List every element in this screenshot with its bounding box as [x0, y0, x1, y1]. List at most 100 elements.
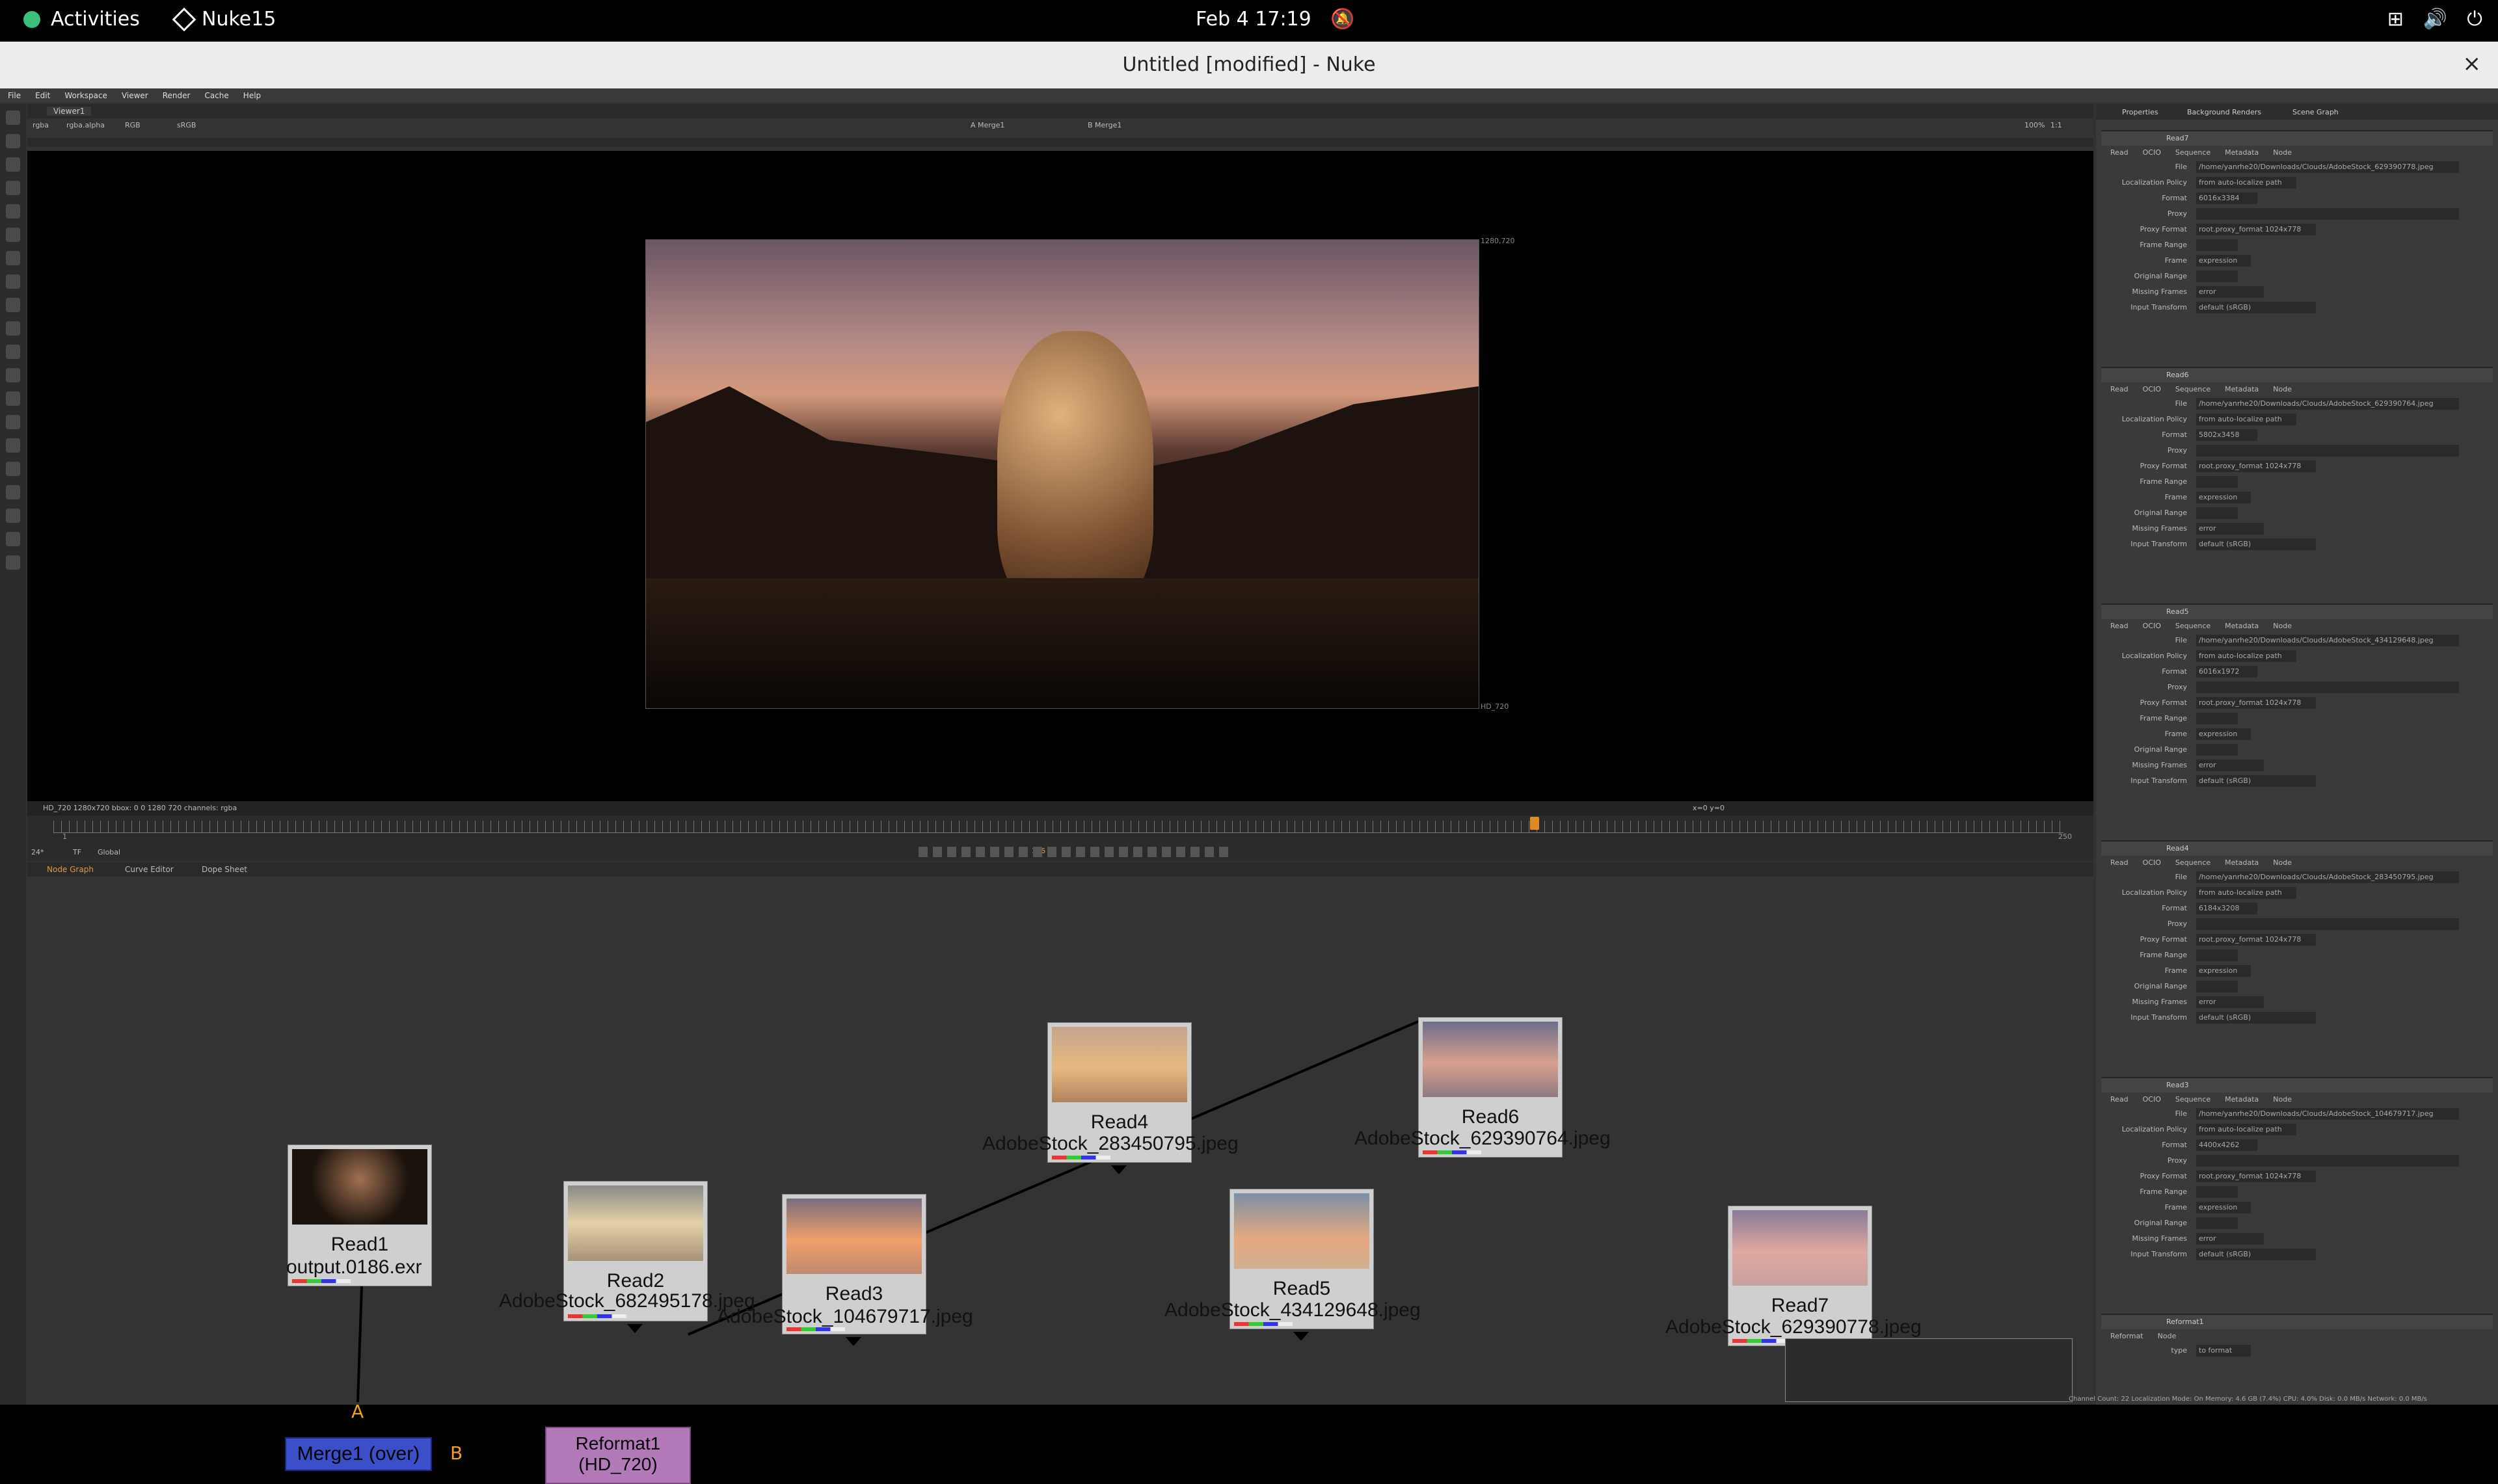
knob-field[interactable]: error — [2196, 760, 2264, 771]
cara-tool-icon[interactable] — [6, 509, 20, 523]
channel-tool-icon[interactable] — [6, 181, 20, 195]
fps-select[interactable]: 24* — [31, 848, 44, 856]
tab-properties[interactable]: Properties — [2122, 108, 2158, 116]
panel-tab-node[interactable]: Node — [2273, 146, 2292, 160]
knob-field[interactable] — [2196, 271, 2238, 282]
color-select[interactable]: RGB — [125, 121, 141, 129]
timeline[interactable]: 1 250 24* TF Global 186 — [27, 815, 2093, 861]
panel-tab-node[interactable]: Node — [2273, 382, 2292, 397]
panel-header[interactable]: Read5 — [2101, 605, 2493, 619]
node-graph[interactable]: Read1 output.0186.exr Read2 AdobeStock_6… — [27, 877, 2093, 1484]
lut-select[interactable]: sRGB — [177, 121, 196, 129]
knob-field[interactable]: from auto-localize path — [2196, 650, 2296, 662]
knob-field[interactable]: from auto-localize path — [2196, 887, 2296, 899]
knob-field[interactable]: default (sRGB) — [2196, 538, 2316, 550]
knob-field[interactable]: from auto-localize path — [2196, 1124, 2296, 1135]
panel-tab-reformat[interactable]: Reformat — [2110, 1329, 2143, 1344]
menu-viewer[interactable]: Viewer — [122, 88, 148, 103]
panel-tab-metadata[interactable]: Metadata — [2225, 382, 2259, 397]
transform-tool-icon[interactable] — [6, 298, 20, 312]
panel-tab-read[interactable]: Read — [2110, 146, 2129, 160]
panel-tab-read[interactable]: Read — [2110, 382, 2129, 397]
knob-field[interactable]: /home/yanrhe20/Downloads/Clouds/AdobeSto… — [2196, 161, 2459, 173]
menu-cache[interactable]: Cache — [204, 88, 228, 103]
ratio-select[interactable]: 1:1 — [2050, 121, 2062, 129]
channels-select[interactable]: rgba — [33, 121, 49, 129]
knob-field[interactable]: expression — [2196, 255, 2251, 267]
particles-tool-icon[interactable] — [6, 345, 20, 359]
draw-tool-icon[interactable] — [6, 134, 20, 148]
knob-field[interactable] — [2196, 713, 2238, 724]
deep-tool-icon[interactable] — [6, 368, 20, 382]
knob-field[interactable]: default (sRGB) — [2196, 302, 2316, 313]
knob-field[interactable]: root.proxy_format 1024x778 — [2196, 697, 2316, 709]
knob-field[interactable] — [2196, 208, 2459, 220]
panel-tab-metadata[interactable]: Metadata — [2225, 856, 2259, 870]
app-menu[interactable]: Nuke15 — [172, 7, 276, 31]
knob-field[interactable]: from auto-localize path — [2196, 177, 2296, 189]
panel-tab-node[interactable]: Node — [2273, 1093, 2292, 1107]
knob-field[interactable]: /home/yanrhe20/Downloads/Clouds/AdobeSto… — [2196, 635, 2459, 646]
panel-tab-read[interactable]: Read — [2110, 1093, 2129, 1107]
other-tool-icon[interactable] — [6, 462, 20, 476]
metadata-tool-icon[interactable] — [6, 415, 20, 429]
knob-field[interactable]: root.proxy_format 1024x778 — [2196, 460, 2316, 472]
panel-tab-metadata[interactable]: Metadata — [2225, 619, 2259, 633]
panel-tab-read[interactable]: Read — [2110, 619, 2129, 633]
knob-field[interactable]: expression — [2196, 1202, 2251, 1213]
knob-field[interactable] — [2196, 918, 2459, 930]
knob-field[interactable]: default (sRGB) — [2196, 1012, 2316, 1024]
knob-field[interactable] — [2196, 1186, 2238, 1198]
zoom-select[interactable]: 100% — [2024, 121, 2045, 129]
viewer-canvas[interactable]: 1280,720 HD_720 — [27, 151, 2093, 801]
panel-tab-metadata[interactable]: Metadata — [2225, 1093, 2259, 1107]
knob-field[interactable] — [2196, 445, 2459, 457]
image-tool-icon[interactable] — [6, 111, 20, 125]
toolsets-tool-icon[interactable] — [6, 438, 20, 453]
knob-field[interactable]: default (sRGB) — [2196, 775, 2316, 787]
network-icon[interactable]: ⊞ — [2387, 8, 2404, 31]
views-tool-icon[interactable] — [6, 391, 20, 406]
knob-field[interactable]: expression — [2196, 492, 2251, 503]
close-window-button[interactable]: × — [2463, 51, 2482, 77]
panel-header[interactable]: Read6 — [2101, 368, 2493, 382]
knob-field[interactable] — [2196, 744, 2238, 756]
knob-field[interactable]: /home/yanrhe20/Downloads/Clouds/AdobeSto… — [2196, 871, 2459, 883]
knob-field[interactable] — [2196, 476, 2238, 488]
knob-field[interactable]: 6016x3384 — [2196, 192, 2257, 204]
knob-field[interactable]: 4400x4262 — [2196, 1139, 2257, 1151]
system-tray[interactable]: ⊞ 🔊 ⏻ — [2387, 8, 2482, 31]
tab-scene-graph[interactable]: Scene Graph — [2292, 108, 2339, 116]
knob-field[interactable]: root.proxy_format 1024x778 — [2196, 1171, 2316, 1182]
range-select[interactable]: Global — [98, 848, 120, 856]
knob-field[interactable]: expression — [2196, 965, 2251, 977]
knob-field[interactable] — [2196, 239, 2238, 251]
knob-field[interactable] — [2196, 682, 2459, 693]
knob-field[interactable]: error — [2196, 996, 2264, 1008]
knob-field[interactable] — [2196, 1217, 2238, 1229]
knob-field[interactable]: to format — [2196, 1345, 2251, 1357]
knob-field[interactable]: default (sRGB) — [2196, 1249, 2316, 1260]
knob-field[interactable]: root.proxy_format 1024x778 — [2196, 224, 2316, 235]
panel-header[interactable]: Reformat1 — [2101, 1315, 2493, 1329]
color-tool-icon[interactable] — [6, 204, 20, 219]
panel-tab-sequence[interactable]: Sequence — [2175, 619, 2210, 633]
menu-workspace[interactable]: Workspace — [64, 88, 107, 103]
furnace-tool-icon[interactable] — [6, 485, 20, 499]
panel-tab-metadata[interactable]: Metadata — [2225, 146, 2259, 160]
knob-field[interactable]: 6184x3208 — [2196, 903, 2257, 914]
knob-field[interactable]: /home/yanrhe20/Downloads/Clouds/AdobeSto… — [2196, 1108, 2459, 1120]
tab-background-renders[interactable]: Background Renders — [2187, 108, 2261, 116]
tab-node-graph[interactable]: Node Graph — [47, 865, 94, 874]
node-graph-minimap-box[interactable] — [1785, 1338, 2073, 1402]
panel-tab-read[interactable]: Read — [2110, 856, 2129, 870]
clock[interactable]: Feb 4 17:19 🔕 — [1196, 8, 1355, 31]
panel-tab-ocio[interactable]: OCIO — [2143, 1093, 2161, 1107]
time-tool-icon[interactable] — [6, 157, 20, 172]
tab-curve-editor[interactable]: Curve Editor — [125, 865, 174, 874]
panel-tab-node[interactable]: Node — [2273, 619, 2292, 633]
panel-tab-ocio[interactable]: OCIO — [2143, 146, 2161, 160]
knob-field[interactable]: error — [2196, 523, 2264, 535]
filter-tool-icon[interactable] — [6, 228, 20, 242]
playback-controls[interactable] — [919, 847, 1231, 857]
